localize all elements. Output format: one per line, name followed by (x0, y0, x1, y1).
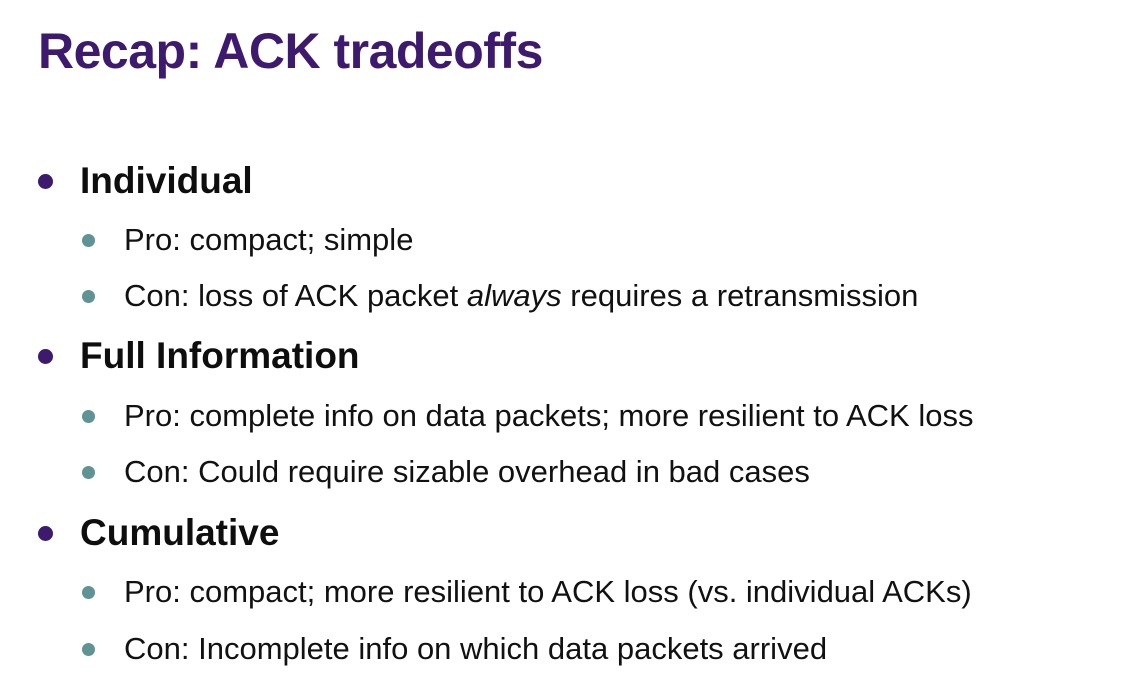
point-text: Pro: compact; more resilient to ACK loss… (124, 574, 972, 609)
bullet-dot-icon (82, 466, 95, 479)
section-heading: Cumulative (80, 512, 280, 553)
point-text: Pro: complete info on data packets; more… (124, 398, 974, 433)
section-heading: Individual (80, 160, 253, 201)
point-text: Con: loss of ACK packet always requires … (124, 278, 919, 313)
bullet-dot-icon (38, 526, 53, 541)
bullet-dot-icon (82, 643, 95, 656)
point-text: Con: Incomplete info on which data packe… (124, 631, 828, 666)
bullet-dot-icon (82, 234, 95, 247)
bullet-dot-icon (38, 349, 53, 364)
bullet-dot-icon (82, 586, 95, 599)
bullet-dot-icon (82, 290, 95, 303)
bullet-dot-icon (38, 174, 53, 189)
bullet-list: Individual Pro: compact; simple Con: los… (0, 0, 1121, 697)
section-heading: Full Information (80, 335, 360, 376)
point-text: Con: Could require sizable overhead in b… (124, 454, 810, 489)
point-text: Pro: compact; simple (124, 222, 414, 257)
slide: Recap: ACK tradeoffs Individual Pro: com… (0, 0, 1121, 697)
bullet-dot-icon (82, 410, 95, 423)
